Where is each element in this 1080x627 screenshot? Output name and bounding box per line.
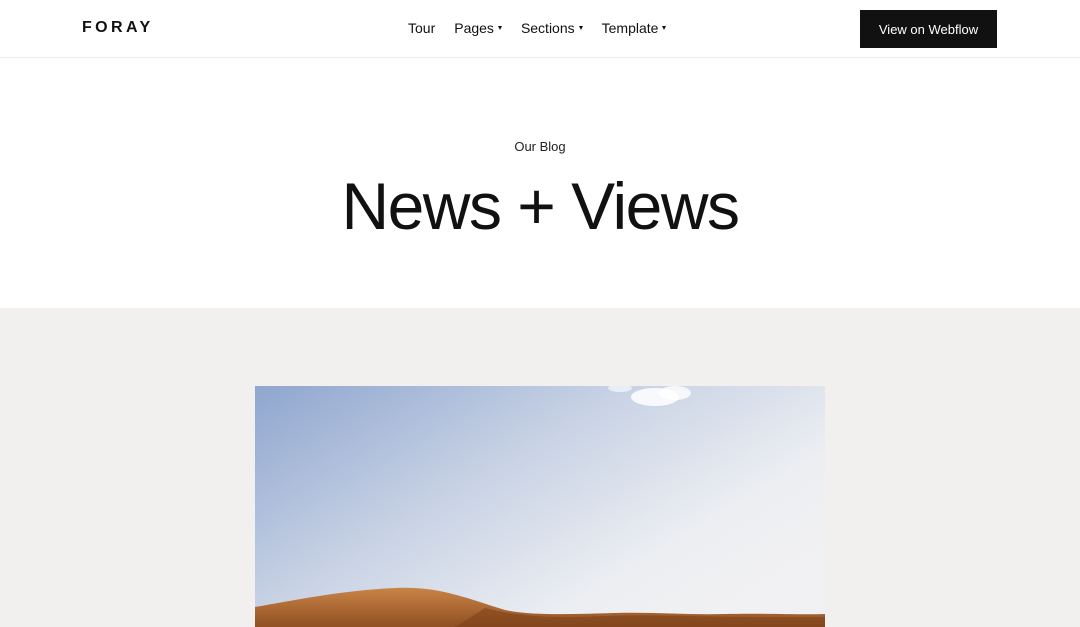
featured-post-image[interactable]: [255, 386, 825, 627]
featured-post-section: [0, 308, 1080, 627]
caret-down-icon: [578, 26, 583, 30]
hero-eyebrow: Our Blog: [514, 139, 566, 154]
caret-down-icon: [662, 26, 667, 30]
nav-link-tour[interactable]: Tour: [408, 20, 435, 36]
brand-logo[interactable]: FORAY: [82, 19, 154, 37]
nav-menu: Tour Pages Sections Template: [408, 20, 667, 36]
caret-down-icon: [497, 26, 502, 30]
nav-link-label: Template: [601, 20, 659, 36]
nav-link-label: Sections: [520, 20, 575, 36]
blog-hero: Our Blog News + Views: [0, 58, 1080, 308]
sky: [255, 386, 825, 627]
page-title: News + Views: [341, 169, 740, 243]
nav-dropdown-pages[interactable]: Pages: [454, 20, 502, 36]
nav-dropdown-sections[interactable]: Sections: [521, 20, 583, 36]
cloud: [659, 386, 691, 400]
nav-link-label: Tour: [408, 20, 436, 36]
nav-link-label: Pages: [454, 20, 494, 36]
navbar: FORAY Tour Pages Sections Template View …: [0, 0, 1080, 58]
view-on-webflow-button[interactable]: View on Webflow: [860, 10, 997, 48]
nav-dropdown-template[interactable]: Template: [602, 20, 667, 36]
